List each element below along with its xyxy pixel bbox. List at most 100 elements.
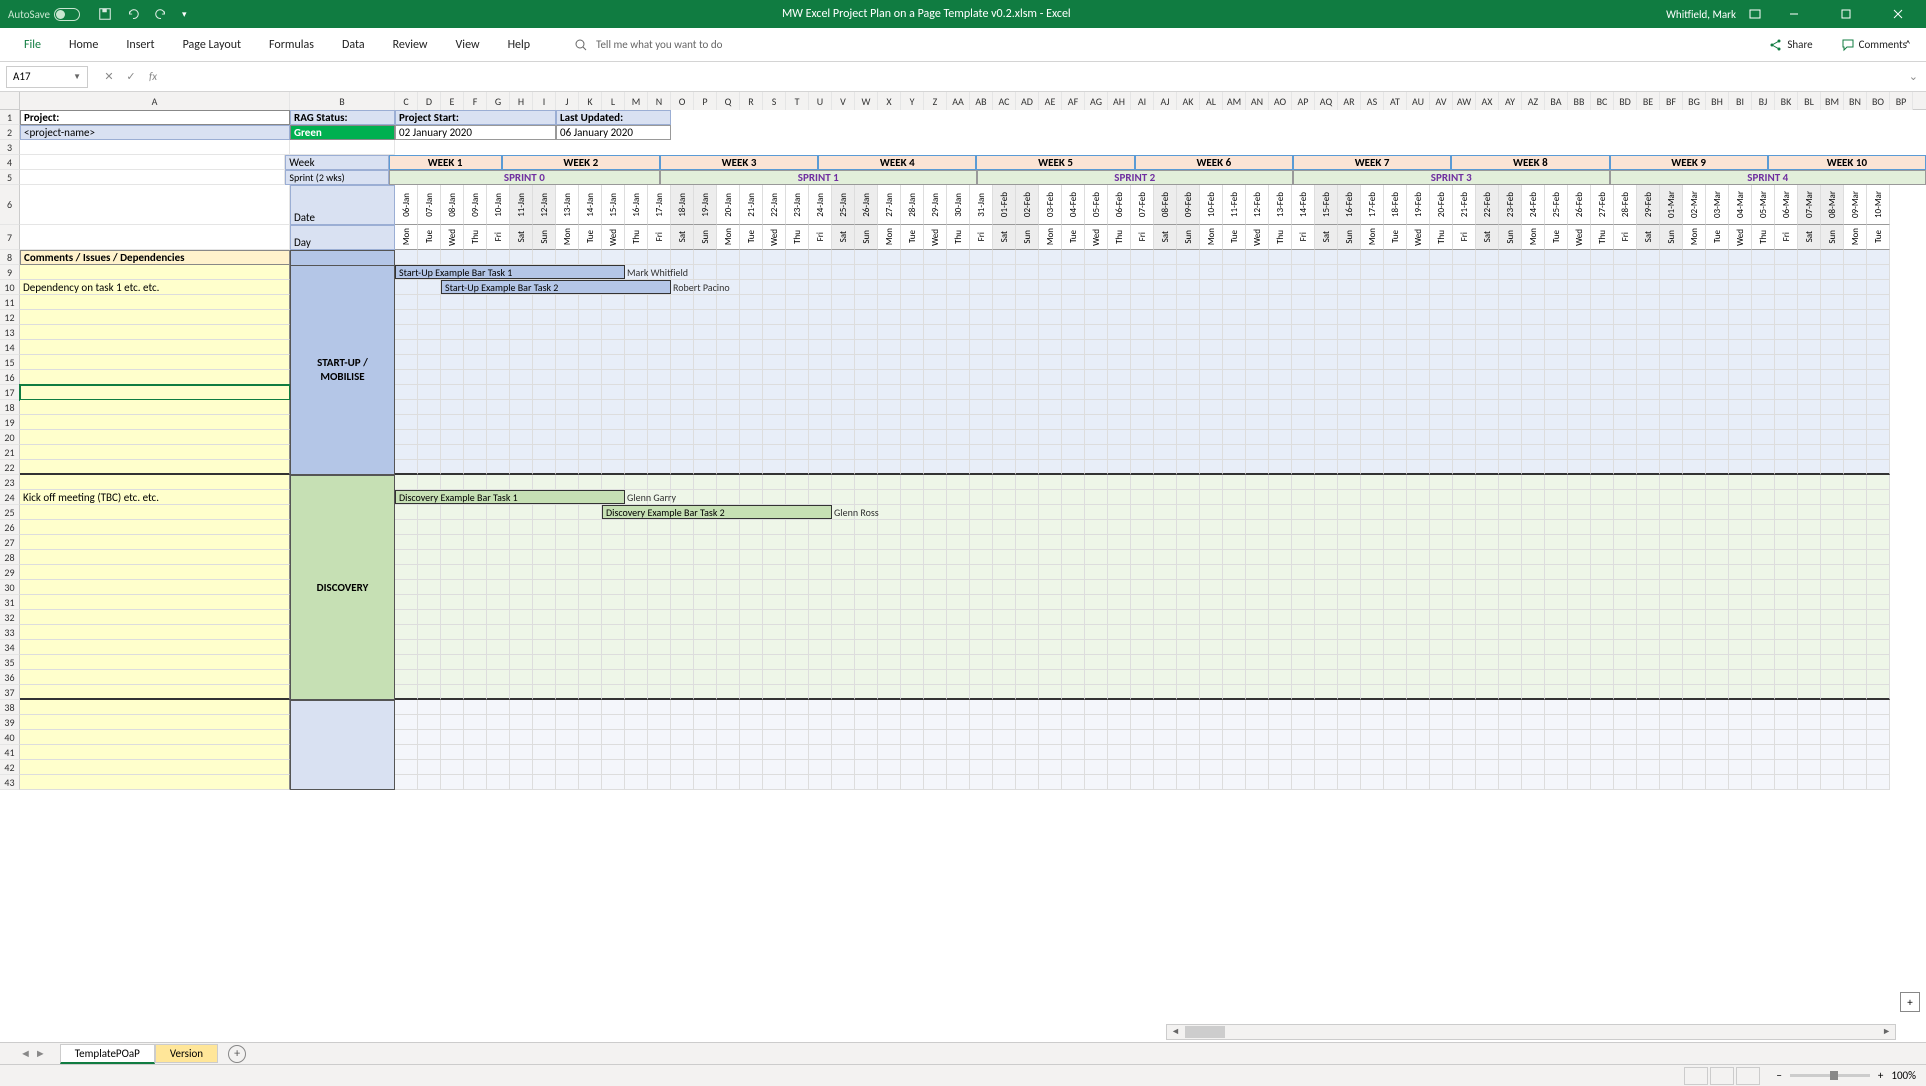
comment-cell[interactable] bbox=[20, 685, 290, 700]
day-cell[interactable] bbox=[694, 745, 717, 760]
day-cell[interactable] bbox=[1867, 430, 1890, 445]
day-cell[interactable] bbox=[556, 325, 579, 340]
day-cell[interactable] bbox=[970, 505, 993, 520]
day-cell[interactable] bbox=[1821, 760, 1844, 775]
day-cell[interactable] bbox=[441, 250, 464, 265]
day-cell[interactable] bbox=[1844, 400, 1867, 415]
day-cell[interactable] bbox=[1660, 385, 1683, 400]
day-cell[interactable] bbox=[1522, 625, 1545, 640]
day-cell[interactable] bbox=[1798, 265, 1821, 280]
day-cell[interactable] bbox=[1499, 775, 1522, 790]
day-cell[interactable] bbox=[1430, 565, 1453, 580]
day-cell[interactable] bbox=[1315, 370, 1338, 385]
day-cell[interactable] bbox=[418, 610, 441, 625]
day-cell[interactable] bbox=[970, 655, 993, 670]
week-header[interactable]: WEEK 6 bbox=[1135, 155, 1293, 170]
day-cell[interactable] bbox=[878, 760, 901, 775]
day-cell[interactable] bbox=[1545, 685, 1568, 700]
day-cell[interactable] bbox=[809, 595, 832, 610]
day-cell[interactable] bbox=[1798, 505, 1821, 520]
day-cell[interactable] bbox=[1085, 610, 1108, 625]
day-cell[interactable] bbox=[1844, 430, 1867, 445]
day-cell[interactable] bbox=[556, 700, 579, 715]
day-cell[interactable] bbox=[1706, 670, 1729, 685]
day-cell[interactable] bbox=[1683, 625, 1706, 640]
day-cell[interactable] bbox=[441, 775, 464, 790]
day-cell[interactable] bbox=[1016, 355, 1039, 370]
day-cell[interactable] bbox=[625, 475, 648, 490]
day-cell[interactable] bbox=[924, 415, 947, 430]
day-cell[interactable] bbox=[1246, 715, 1269, 730]
day-cell[interactable] bbox=[441, 325, 464, 340]
day-cell[interactable] bbox=[947, 625, 970, 640]
expand-formula-bar-button[interactable]: + bbox=[1900, 992, 1920, 1012]
column-header[interactable]: AW bbox=[1453, 92, 1476, 110]
day-cell[interactable] bbox=[395, 610, 418, 625]
day-cell[interactable] bbox=[1200, 400, 1223, 415]
row-header[interactable]: 17 bbox=[0, 385, 20, 400]
day-cell[interactable] bbox=[1844, 550, 1867, 565]
day-cell[interactable] bbox=[1706, 565, 1729, 580]
day-cell[interactable] bbox=[1246, 760, 1269, 775]
day-cell[interactable] bbox=[1177, 535, 1200, 550]
day-cell[interactable] bbox=[1338, 265, 1361, 280]
day-cell[interactable] bbox=[717, 640, 740, 655]
row-header[interactable]: 36 bbox=[0, 670, 20, 685]
day-cell[interactable] bbox=[579, 505, 602, 520]
date-header[interactable]: 28-Jan bbox=[901, 185, 924, 225]
day-cell[interactable] bbox=[855, 325, 878, 340]
day-cell[interactable] bbox=[878, 370, 901, 385]
day-cell[interactable] bbox=[1706, 610, 1729, 625]
day-cell[interactable] bbox=[809, 490, 832, 505]
day-cell[interactable] bbox=[1637, 295, 1660, 310]
day-cell[interactable] bbox=[1729, 625, 1752, 640]
day-cell[interactable] bbox=[648, 685, 671, 700]
day-cell[interactable] bbox=[1637, 265, 1660, 280]
day-cell[interactable] bbox=[1453, 505, 1476, 520]
day-cell[interactable] bbox=[1154, 280, 1177, 295]
day-cell[interactable] bbox=[1407, 415, 1430, 430]
column-header[interactable]: U bbox=[809, 92, 832, 110]
day-header[interactable]: Fri bbox=[1453, 225, 1476, 250]
day-cell[interactable] bbox=[648, 550, 671, 565]
date-header[interactable]: 29-Jan bbox=[924, 185, 947, 225]
day-cell[interactable] bbox=[1614, 490, 1637, 505]
column-header[interactable]: S bbox=[763, 92, 786, 110]
day-cell[interactable] bbox=[441, 745, 464, 760]
date-header[interactable]: 28-Feb bbox=[1614, 185, 1637, 225]
day-cell[interactable] bbox=[970, 745, 993, 760]
day-cell[interactable] bbox=[1867, 535, 1890, 550]
day-cell[interactable] bbox=[556, 370, 579, 385]
date-header[interactable]: 31-Jan bbox=[970, 185, 993, 225]
day-cell[interactable] bbox=[1844, 715, 1867, 730]
day-cell[interactable] bbox=[1729, 505, 1752, 520]
day-cell[interactable] bbox=[1361, 280, 1384, 295]
day-cell[interactable] bbox=[924, 445, 947, 460]
day-cell[interactable] bbox=[1752, 490, 1775, 505]
day-cell[interactable] bbox=[1338, 415, 1361, 430]
day-cell[interactable] bbox=[832, 265, 855, 280]
row-header[interactable]: 31 bbox=[0, 595, 20, 610]
day-cell[interactable] bbox=[1062, 565, 1085, 580]
day-cell[interactable] bbox=[878, 565, 901, 580]
day-cell[interactable] bbox=[993, 535, 1016, 550]
day-cell[interactable] bbox=[1499, 355, 1522, 370]
day-cell[interactable] bbox=[993, 355, 1016, 370]
day-cell[interactable] bbox=[1384, 385, 1407, 400]
day-cell[interactable] bbox=[1798, 415, 1821, 430]
day-cell[interactable] bbox=[602, 475, 625, 490]
column-header[interactable]: BL bbox=[1798, 92, 1821, 110]
day-cell[interactable] bbox=[1614, 250, 1637, 265]
day-cell[interactable] bbox=[510, 730, 533, 745]
day-cell[interactable] bbox=[901, 745, 924, 760]
day-cell[interactable] bbox=[1039, 640, 1062, 655]
day-cell[interactable] bbox=[1292, 505, 1315, 520]
day-cell[interactable] bbox=[1131, 730, 1154, 745]
day-cell[interactable] bbox=[924, 670, 947, 685]
day-cell[interactable] bbox=[1039, 580, 1062, 595]
day-cell[interactable] bbox=[717, 610, 740, 625]
comment-cell[interactable] bbox=[20, 745, 290, 760]
day-cell[interactable] bbox=[1683, 565, 1706, 580]
day-cell[interactable] bbox=[648, 745, 671, 760]
day-cell[interactable] bbox=[1821, 625, 1844, 640]
